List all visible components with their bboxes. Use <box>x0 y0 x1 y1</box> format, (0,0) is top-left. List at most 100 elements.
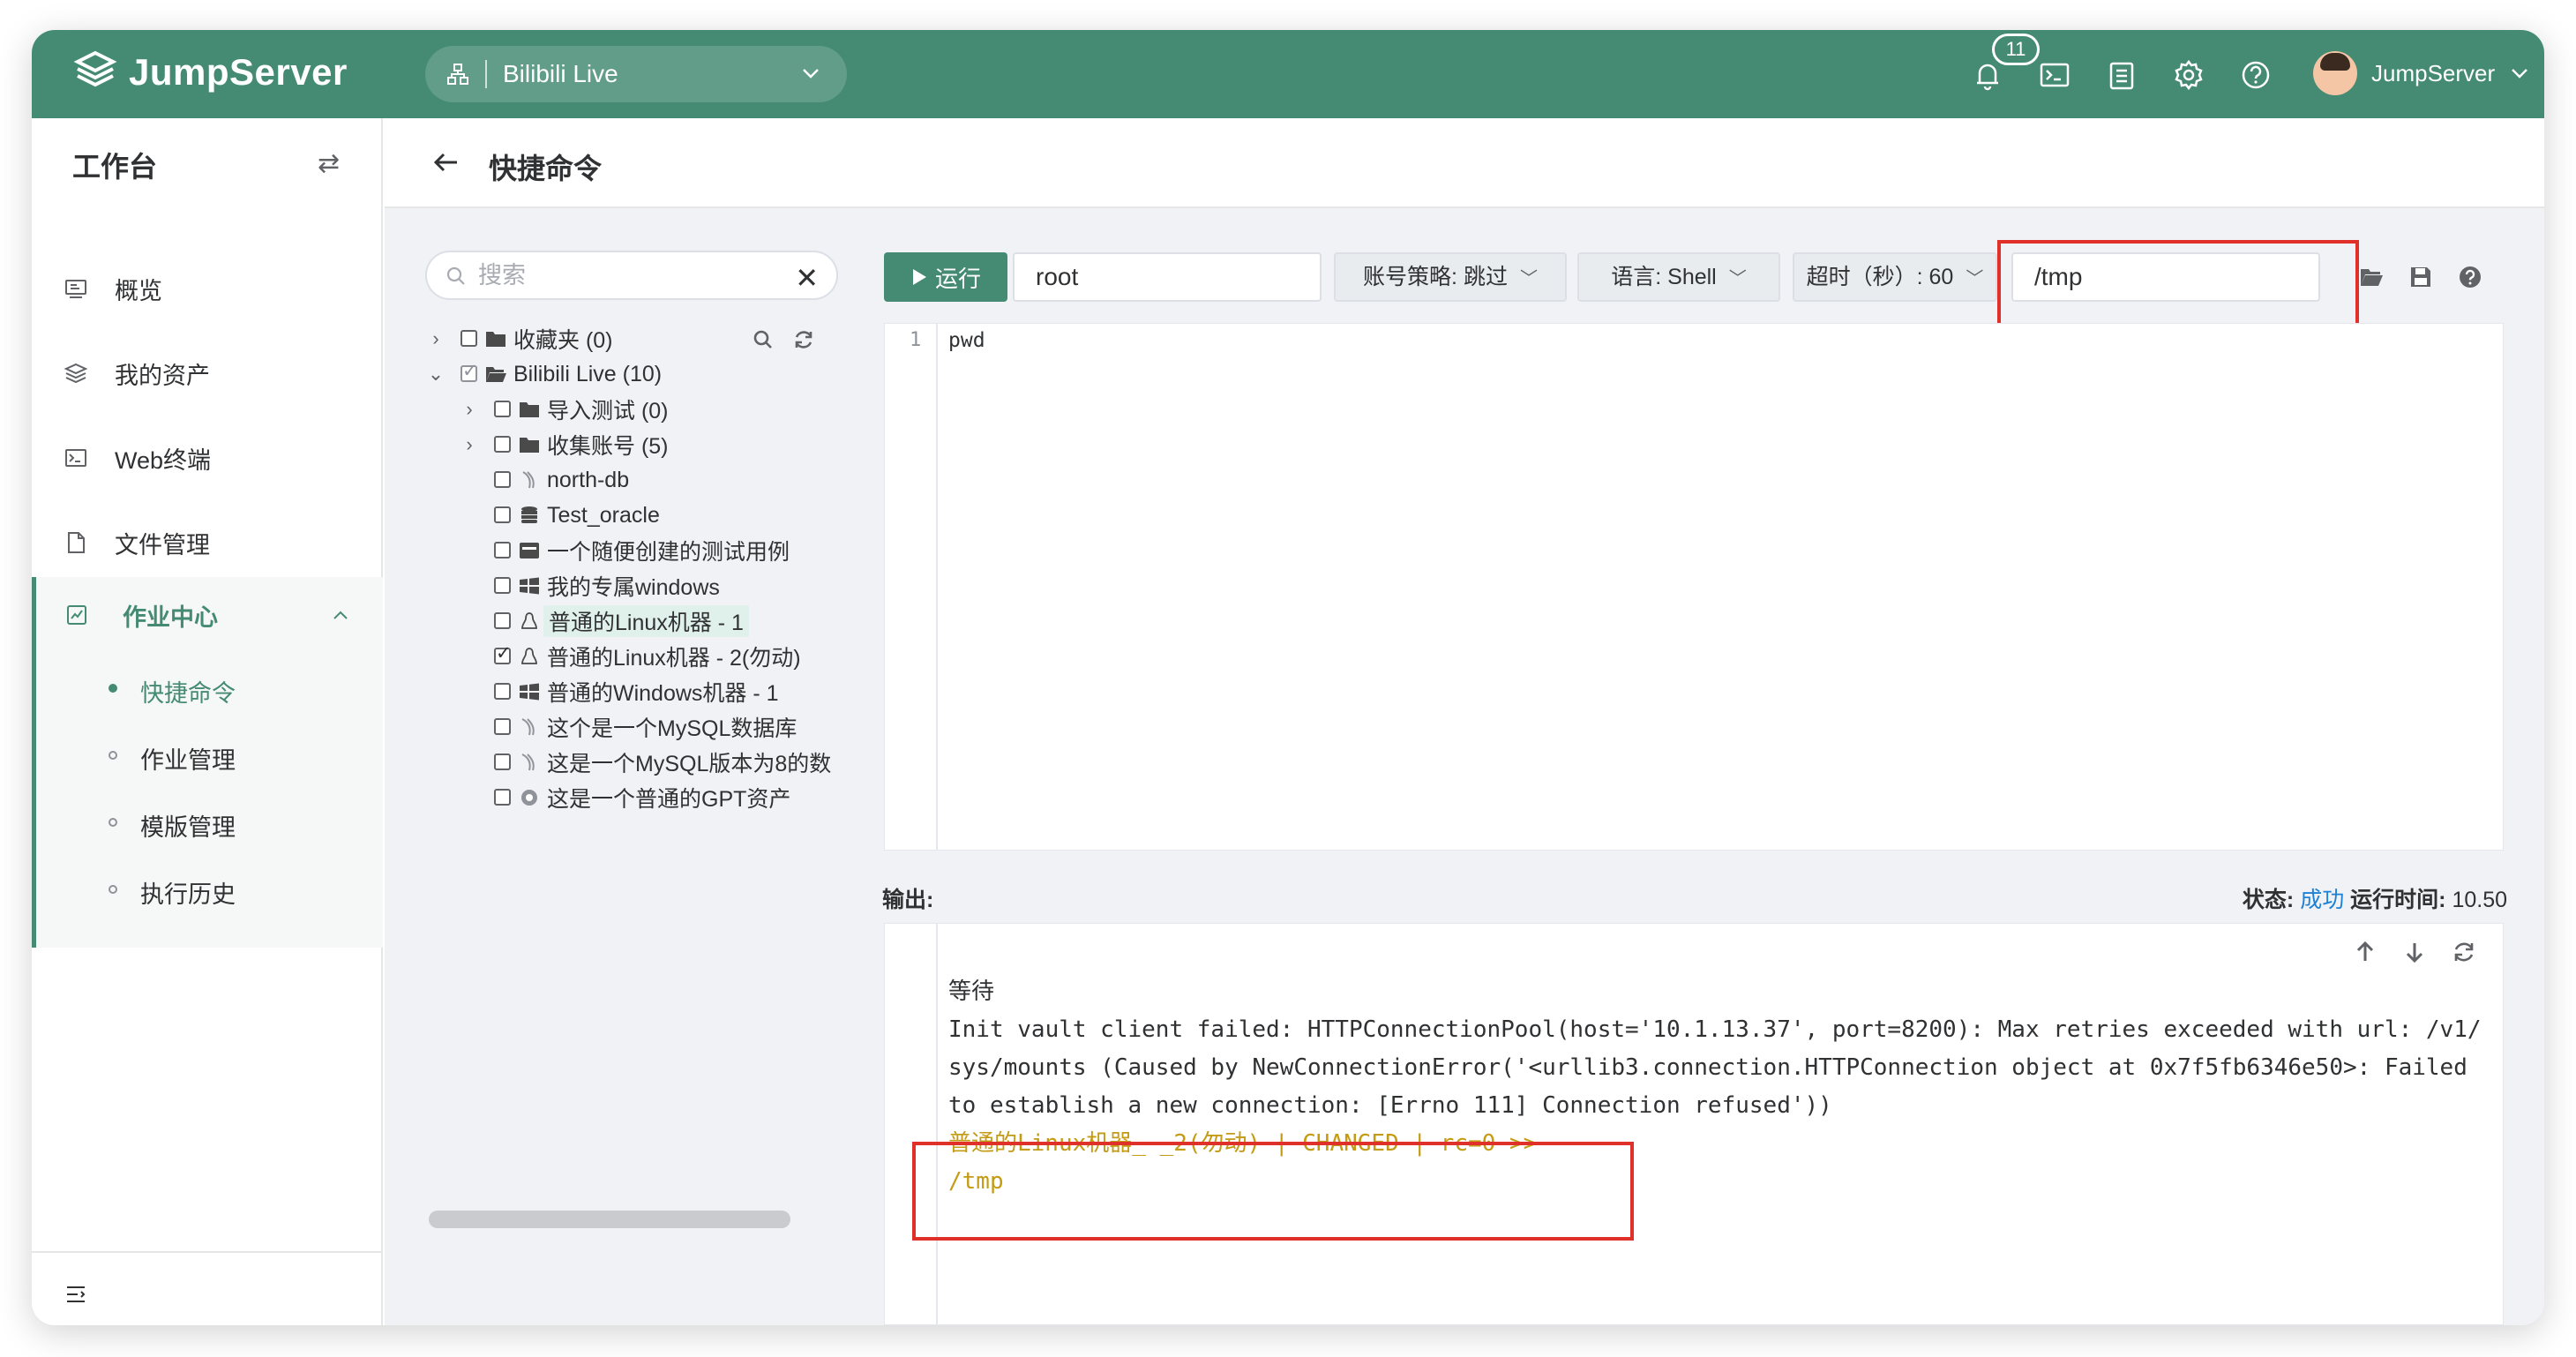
output-label: 输出: <box>882 888 934 912</box>
back-arrow-icon[interactable] <box>431 146 462 178</box>
switch-view-icon[interactable]: ⇄ <box>318 148 340 179</box>
timeout-select[interactable]: 超时（秒）: 60 ﹀ <box>1793 252 1997 302</box>
checkbox[interactable] <box>494 401 511 417</box>
help-icon[interactable] <box>2239 58 2273 92</box>
expand-icon[interactable]: › <box>461 398 478 421</box>
tree-node-asset[interactable]: 一个随便创建的测试用例 <box>425 533 849 568</box>
terminal-icon[interactable] <box>2038 58 2071 92</box>
gear-icon[interactable] <box>2172 58 2205 92</box>
checkbox[interactable] <box>494 612 511 629</box>
tree-node-asset[interactable]: 这是一个MySQL版本为8的数 <box>425 745 849 780</box>
clipboard-icon[interactable] <box>2105 58 2138 92</box>
tree-horizontal-scrollbar[interactable] <box>427 1209 836 1230</box>
tree-node-asset[interactable]: 这个是一个MySQL数据库 <box>425 709 849 745</box>
tree-node-asset[interactable]: Test_oracle <box>425 498 849 533</box>
sidebar-subitem-template-management[interactable]: 模版管理 <box>36 792 387 854</box>
tree-node-asset[interactable]: 普通的Linux机器 - 1 <box>425 604 849 639</box>
checkbox[interactable] <box>461 360 478 382</box>
checkbox[interactable] <box>494 577 511 594</box>
tree-node-folder[interactable]: › 导入测试 (0) <box>425 392 849 427</box>
tree-node-folder[interactable]: › 收集账号 (5) <box>425 427 849 462</box>
windows-icon <box>520 683 539 701</box>
tree-node-asset[interactable]: 普通的Linux机器 - 2(勿动) <box>425 639 849 674</box>
sidebar-item-job-center[interactable]: 作业中心 <box>36 577 387 653</box>
collapse-sidebar-icon[interactable] <box>65 1285 86 1304</box>
sidebar-subitem-job-management[interactable]: 作业管理 <box>36 725 387 787</box>
tree-node-label: 我的专属windows <box>547 575 720 600</box>
tree-node-label: 普通的Linux机器 - 1 <box>543 605 749 637</box>
run-label: 运行 <box>934 265 981 292</box>
org-selector[interactable]: Bilibili Live <box>425 46 847 102</box>
sidebar-subitem-execution-history[interactable]: 执行历史 <box>36 859 387 921</box>
sidebar-item-file-manager[interactable]: 文件管理 <box>32 505 383 581</box>
arrow-up-icon[interactable] <box>2353 940 2378 964</box>
highlight-box-output <box>912 1142 1634 1241</box>
org-name: Bilibili Live <box>503 60 618 87</box>
tree-node-asset[interactable]: 这是一个普通的GPT资产 <box>425 780 849 815</box>
page-header: 快捷命令 <box>385 118 2544 208</box>
collapse-icon[interactable]: ⌄ <box>427 363 445 386</box>
expand-icon[interactable]: › <box>427 327 445 350</box>
folder-open-icon[interactable] <box>2359 265 2384 289</box>
checkbox[interactable] <box>494 718 511 735</box>
tree-node-asset[interactable]: 普通的Windows机器 - 1 <box>425 674 849 709</box>
language-select[interactable]: 语言: Shell ﹀ <box>1577 252 1780 302</box>
sidebar-item-label: 作业中心 <box>123 604 218 631</box>
sidebar-subitem-label: 执行历史 <box>140 881 236 908</box>
avatar <box>2313 51 2357 95</box>
help-icon[interactable] <box>2458 265 2482 289</box>
checkbox[interactable] <box>494 789 511 806</box>
run-user-input[interactable]: root <box>1013 252 1322 302</box>
tree-node-label: Test_oracle <box>547 502 660 528</box>
editor-gutter: 1 <box>885 324 938 850</box>
clear-search-icon[interactable]: ✕ <box>795 261 819 295</box>
sidebar-item-web-terminal[interactable]: Web终端 <box>32 420 383 496</box>
arrow-down-icon[interactable] <box>2402 940 2427 964</box>
tree-node-label: 一个随便创建的测试用例 <box>547 540 790 565</box>
job-icon <box>67 605 86 625</box>
sidebar-item-overview[interactable]: 概览 <box>32 251 383 326</box>
folder-icon <box>486 332 505 347</box>
chevron-down-icon <box>2512 69 2528 79</box>
tree-node-label: 普通的Linux机器 - 2(勿动) <box>547 646 801 671</box>
status-label: 状态: <box>2242 888 2295 912</box>
checkbox[interactable] <box>494 436 511 453</box>
folder-icon <box>520 438 539 453</box>
tree-node-org[interactable]: ⌄ Bilibili Live (10) <box>425 356 849 392</box>
expand-icon[interactable]: › <box>461 433 478 456</box>
save-icon[interactable] <box>2408 265 2433 289</box>
tree-node-favorites[interactable]: › 收藏夹 (0) <box>425 321 849 356</box>
checkbox[interactable] <box>461 330 477 347</box>
checkbox[interactable] <box>494 506 511 523</box>
account-policy-select[interactable]: 账号策略: 跳过 ﹀ <box>1334 252 1567 302</box>
refresh-icon[interactable] <box>792 328 815 351</box>
scrollbar-thumb[interactable] <box>429 1211 790 1228</box>
code-editor[interactable]: 1 pwd <box>884 323 2504 851</box>
output-status: 状态: 成功 运行时间: 10.50 <box>2243 882 2507 914</box>
logo[interactable]: JumpServer <box>72 49 348 95</box>
checkbox[interactable] <box>494 683 511 700</box>
tree-node-label: 收藏夹 (0) <box>513 328 613 353</box>
sidebar-item-my-assets[interactable]: 我的资产 <box>32 335 383 411</box>
run-button[interactable]: 运行 <box>884 252 1007 302</box>
sidebar-subitem-quick-command[interactable]: 快捷命令 <box>36 658 387 720</box>
bullet <box>109 818 117 827</box>
user-menu[interactable]: JumpServer <box>2313 51 2530 95</box>
tree-node-asset[interactable]: 我的专属windows <box>425 568 849 604</box>
checkbox[interactable] <box>494 542 511 559</box>
play-icon <box>912 269 926 285</box>
search-icon[interactable] <box>752 328 775 351</box>
tree-node-label: 普通的Windows机器 - 1 <box>547 681 779 706</box>
chevron-down-icon: ﹀ <box>1966 269 1984 289</box>
search-input[interactable] <box>478 259 778 291</box>
sidebar-item-label: 文件管理 <box>115 531 210 559</box>
checkbox[interactable] <box>494 471 511 488</box>
org-icon <box>447 64 468 85</box>
status-value: 成功 <box>2300 888 2345 912</box>
sidebar-item-label: Web终端 <box>115 446 212 474</box>
tree-node-asset[interactable]: north-db <box>425 462 849 498</box>
top-header: JumpServer Bilibili Live 11 JumpServer <box>32 30 2544 118</box>
checkbox[interactable] <box>494 753 511 770</box>
refresh-icon[interactable] <box>2452 940 2476 964</box>
checkbox-checked[interactable] <box>494 642 512 664</box>
